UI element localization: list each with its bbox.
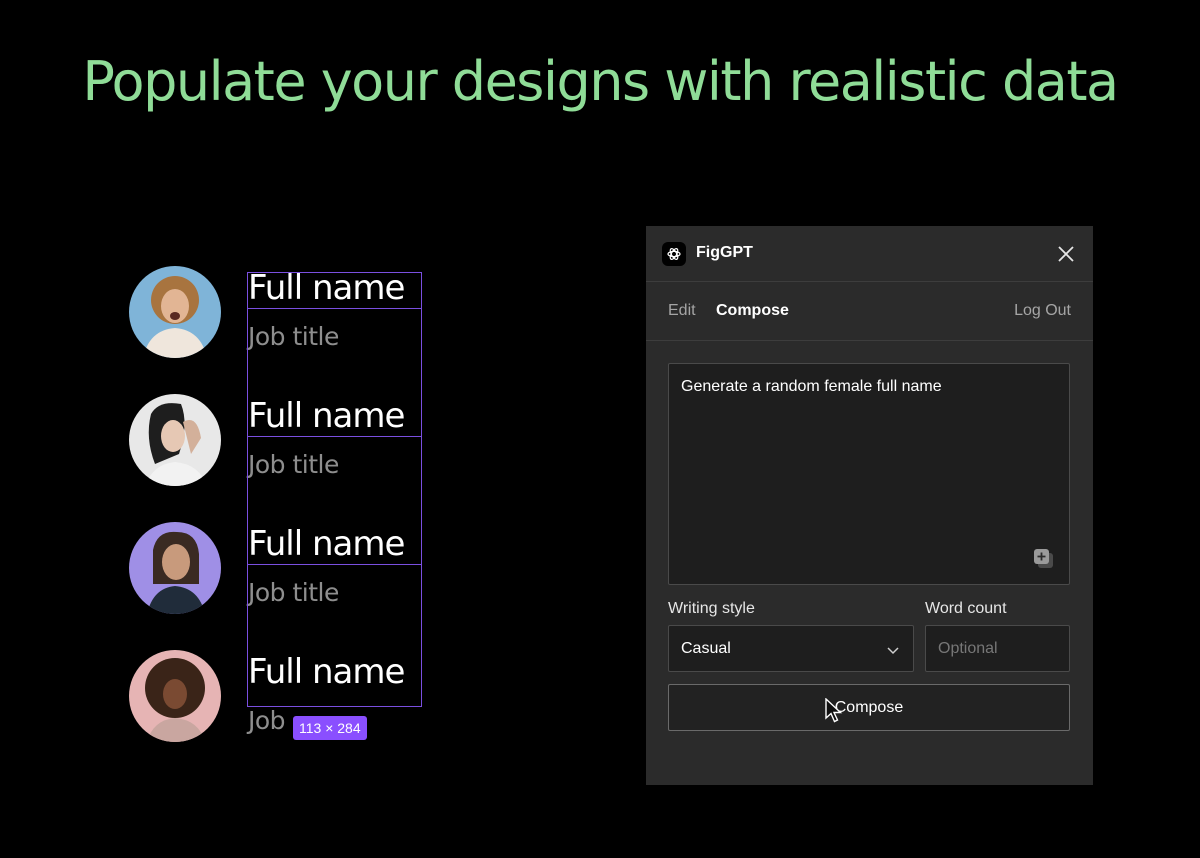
- selection-outline[interactable]: [247, 272, 422, 707]
- add-variable-icon[interactable]: [1031, 546, 1057, 572]
- writing-style-select[interactable]: Casual: [668, 625, 914, 672]
- panel-title: FigGPT: [696, 244, 753, 261]
- selection-divider: [247, 436, 422, 437]
- figgpt-panel: FigGPT Edit Compose Log Out Generate a r…: [646, 226, 1093, 785]
- figgpt-logo-icon: [662, 242, 686, 266]
- selection-divider: [247, 564, 422, 565]
- tab-bar: Edit Compose Log Out: [646, 283, 1093, 341]
- logout-button[interactable]: Log Out: [1014, 302, 1071, 320]
- headline: Populate your designs with realistic dat…: [82, 50, 1119, 113]
- dimensions-badge: 113 × 284: [293, 716, 367, 740]
- compose-button[interactable]: Compose: [668, 684, 1070, 731]
- prompt-textarea[interactable]: Generate a random female full name: [668, 363, 1070, 585]
- tab-edit[interactable]: Edit: [668, 302, 696, 320]
- panel-header: FigGPT: [646, 226, 1093, 282]
- avatar: [129, 266, 221, 358]
- prompt-text: Generate a random female full name: [681, 378, 942, 395]
- avatar: [129, 522, 221, 614]
- job-title: Job: [248, 706, 286, 735]
- word-count-label: Word count: [925, 600, 1007, 617]
- tab-compose[interactable]: Compose: [716, 302, 789, 320]
- avatar: [129, 650, 221, 742]
- word-count-input[interactable]: [925, 625, 1070, 672]
- writing-style-label: Writing style: [668, 600, 755, 617]
- chevron-down-icon: [885, 642, 901, 658]
- close-icon[interactable]: [1052, 240, 1080, 268]
- avatar: [129, 394, 221, 486]
- mouse-cursor-icon: [824, 698, 844, 724]
- selection-divider: [247, 308, 422, 309]
- writing-style-value: Casual: [681, 640, 731, 657]
